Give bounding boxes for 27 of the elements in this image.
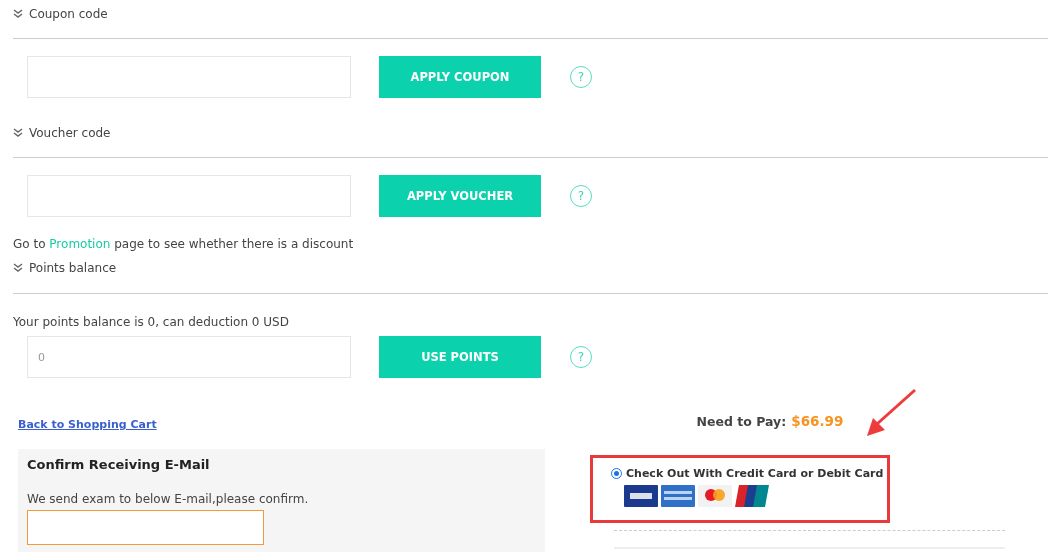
amex-card-icon (661, 485, 695, 507)
chevron-down-icon (13, 263, 23, 273)
pay-amount: $66.99 (791, 413, 844, 429)
code-input-field[interactable] (27, 175, 351, 217)
unionpay-card-icon (735, 485, 769, 507)
card-text: We send exam to below E-mail,please confirm. (27, 492, 310, 506)
points-info: Your points balance is 0, can deduction 0 USD (13, 314, 290, 331)
need-to-pay-label: Need to Pay: (696, 414, 787, 429)
section-title[interactable]: Coupon code (29, 7, 108, 21)
code-input-field[interactable] (27, 56, 351, 98)
promotion-note: Go to Promotion page to see whether there is a discount (13, 236, 355, 253)
apply-button[interactable]: APPLY COUPON (379, 56, 541, 98)
email-input-field[interactable] (27, 510, 264, 545)
chevron-down-icon (13, 128, 23, 138)
mastercard-icon (698, 485, 732, 507)
visa-card-icon (624, 485, 658, 507)
back-to-cart-link[interactable]: Back to Shopping Cart (18, 418, 157, 431)
card-title: Confirm Receiving E-Mail (27, 457, 211, 472)
code-input-field[interactable]: 0 (27, 336, 351, 378)
chevron-down-icon (13, 9, 23, 19)
promotion-link[interactable]: Promotion (49, 237, 111, 251)
arrow-icon (865, 388, 917, 438)
section-title[interactable]: Voucher code (29, 126, 111, 140)
apply-button[interactable]: USE POINTS (379, 336, 541, 378)
section-title[interactable]: Points balance (29, 261, 117, 275)
apply-button[interactable]: APPLY VOUCHER (379, 175, 541, 217)
payment-option[interactable]: Check Out With Credit Card or Debit Card (611, 467, 887, 480)
